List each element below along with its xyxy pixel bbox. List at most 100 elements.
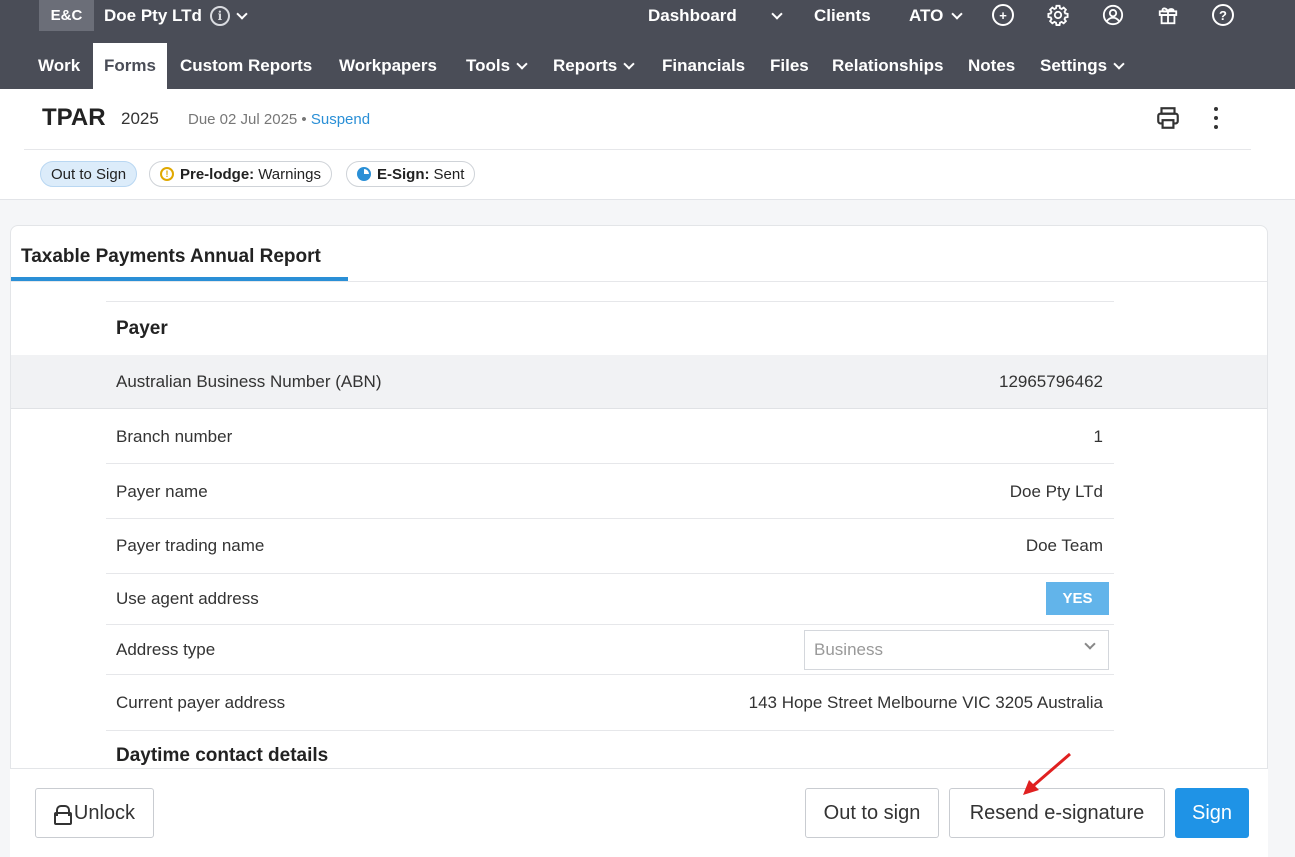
form-card: Taxable Payments Annual Report Payer Aus… (10, 225, 1268, 857)
gift-icon[interactable] (1157, 4, 1179, 31)
more-options-icon[interactable] (1210, 107, 1222, 129)
tab-notes[interactable]: Notes (968, 43, 1015, 89)
divider (11, 281, 1267, 282)
help-icon[interactable]: ? (1212, 4, 1234, 26)
field-row-abn[interactable]: Australian Business Number (ABN) 1296579… (11, 355, 1267, 409)
tab-files[interactable]: Files (770, 43, 809, 89)
section-title-daytime-contact: Daytime contact details (116, 745, 329, 766)
esign-label: E-Sign: (377, 165, 430, 183)
section-title-payer: Payer (116, 318, 168, 339)
tab-settings[interactable]: Settings (1040, 43, 1125, 89)
nav-ato-label: ATO (909, 6, 944, 25)
tab-settings-label: Settings (1040, 56, 1108, 75)
field-label: Australian Business Number (ABN) (116, 372, 382, 391)
due-date-text: Due 02 Jul 2025 • (188, 111, 307, 128)
prelodge-label: Pre-lodge: (180, 165, 255, 183)
user-icon[interactable] (1102, 4, 1124, 31)
tab-custom-reports-label: Custom Reports (180, 56, 313, 75)
action-footer: Unlock Out to sign Resend e-signature Si… (10, 768, 1268, 857)
dashboard-dropdown-toggle[interactable] (771, 4, 783, 28)
sign-label: Sign (1191, 801, 1233, 824)
field-row-use-agent-address: Use agent address YES (106, 574, 1114, 625)
tab-notes-label: Notes (968, 56, 1016, 75)
resend-label: Resend e-signature (969, 801, 1145, 824)
chevron-down-icon (516, 57, 528, 70)
tab-reports[interactable]: Reports (553, 43, 635, 89)
tab-work-label: Work (38, 56, 81, 75)
print-icon[interactable] (1155, 105, 1181, 131)
status-badge-esign[interactable]: E-Sign: Sent (346, 161, 476, 187)
prelodge-value: Warnings (258, 165, 321, 183)
chevron-down-icon (623, 57, 635, 70)
tab-tools-label: Tools (466, 56, 511, 75)
chevron-down-icon (771, 7, 783, 20)
out-to-sign-button[interactable]: Out to sign (805, 788, 939, 838)
practice-badge[interactable]: E&C (39, 0, 94, 31)
tab-tools[interactable]: Tools (466, 43, 528, 89)
out-to-sign-label: Out to sign (823, 801, 921, 824)
use-agent-address-toggle[interactable]: YES (1046, 582, 1109, 615)
chevron-down-icon (951, 7, 963, 20)
progress-icon (357, 167, 371, 181)
unlock-button[interactable]: Unlock (35, 788, 154, 838)
address-type-select[interactable]: Business (804, 630, 1109, 670)
tab-financials[interactable]: Financials (662, 43, 745, 89)
field-value: 12965796462 (998, 372, 1103, 391)
field-label: Payer trading name (116, 536, 265, 555)
tab-custom-reports[interactable]: Custom Reports (180, 43, 312, 89)
status-badge-out-to-sign[interactable]: Out to Sign (40, 161, 138, 187)
info-icon[interactable]: i (209, 6, 230, 26)
add-icon[interactable]: + (992, 4, 1014, 26)
field-value: 1 (1093, 427, 1103, 446)
unlock-label: Unlock (73, 801, 136, 824)
nav-ato[interactable]: ATO (909, 4, 963, 28)
status-badge-prelodge[interactable]: ! Pre-lodge: Warnings (149, 161, 332, 187)
tab-forms-label: Forms (104, 56, 156, 75)
gear-icon[interactable] (1047, 4, 1069, 31)
lock-icon (53, 805, 72, 825)
tab-work[interactable]: Work (38, 43, 80, 89)
chevron-down-icon (1084, 638, 1096, 650)
nav-dashboard[interactable]: Dashboard (648, 4, 737, 28)
tab-workpapers-label: Workpapers (339, 56, 437, 75)
status-badge-label: Out to Sign (51, 165, 127, 183)
tab-relationships-label: Relationships (832, 56, 944, 75)
company-switcher[interactable]: Doe Pty LTd i (104, 4, 248, 28)
chevron-down-icon (1113, 57, 1125, 70)
tab-relationships[interactable]: Relationships (832, 43, 943, 89)
chevron-down-icon (236, 7, 248, 20)
field-row-payer-trading-name[interactable]: Payer trading name Doe Team (106, 519, 1114, 574)
tab-reports-label: Reports (553, 56, 618, 75)
suspend-link[interactable]: Suspend (311, 111, 370, 128)
company-name: Doe Pty LTd (104, 6, 202, 25)
address-type-value: Business (814, 640, 883, 659)
field-value: Doe Pty LTd (1009, 482, 1103, 501)
tab-files-label: Files (770, 56, 809, 75)
field-label: Payer name (116, 482, 208, 501)
warning-icon: ! (160, 167, 174, 181)
field-value: Doe Team (1025, 536, 1103, 555)
form-code: TPAR (42, 104, 106, 131)
field-row-payer-name[interactable]: Payer name Doe Pty LTd (106, 464, 1114, 519)
field-row-address-type: Address type Business (106, 625, 1114, 675)
tab-financials-label: Financials (662, 56, 746, 75)
top-header: E&C Doe Pty LTd i Dashboard Clients ATO … (0, 0, 1295, 89)
field-label: Branch number (116, 427, 233, 446)
nav-clients[interactable]: Clients (814, 4, 871, 28)
field-row-current-payer-address[interactable]: Current payer address 143 Hope Street Me… (106, 675, 1114, 731)
nav-dashboard-label: Dashboard (648, 6, 737, 25)
field-value: 143 Hope Street Melbourne VIC 3205 Austr… (748, 693, 1103, 712)
divider (24, 149, 1251, 150)
sign-button[interactable]: Sign (1175, 788, 1249, 838)
field-label: Address type (116, 640, 216, 659)
form-header: TPAR 2025 Due 02 Jul 2025 • Suspend Out … (0, 89, 1295, 200)
esign-value: Sent (433, 165, 465, 183)
main-nav: Work Forms Custom Reports Workpapers Too… (0, 43, 1295, 89)
annotation-arrow-icon (1023, 752, 1071, 795)
tab-forms[interactable]: Forms (93, 43, 167, 89)
field-label: Current payer address (116, 693, 286, 712)
due-date: Due 02 Jul 2025 • Suspend (188, 111, 370, 128)
field-row-branch-number[interactable]: Branch number 1 (106, 409, 1114, 464)
tab-workpapers[interactable]: Workpapers (339, 43, 437, 89)
tab-tpar[interactable]: Taxable Payments Annual Report (21, 246, 321, 268)
